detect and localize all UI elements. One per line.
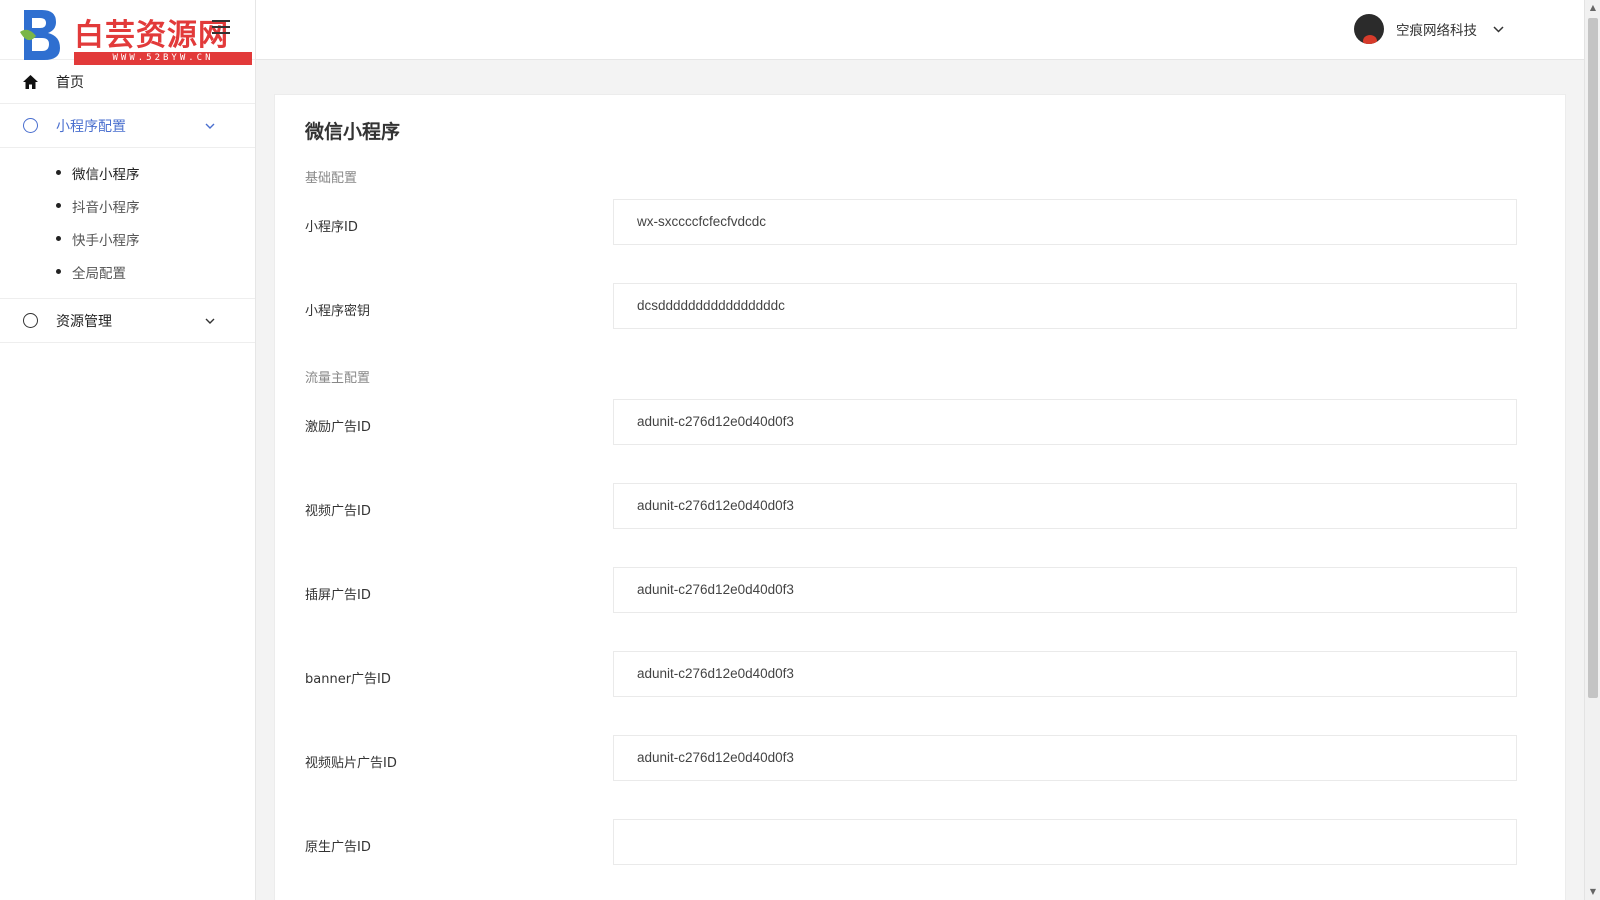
bullet-icon [56,269,61,274]
circle-icon [22,118,38,134]
user-menu[interactable]: 空痕网络科技 [1354,14,1504,44]
circle-icon [22,313,38,329]
scrollbar-thumb[interactable] [1588,18,1598,698]
sidebar-submenu-miniprogram: 微信小程序 抖音小程序 快手小程序 全局配置 [0,148,255,299]
avatar [1354,14,1384,44]
banner-ad-input[interactable]: adunit-c276d12e0d40d0f3 [613,651,1517,697]
scroll-up-icon[interactable]: ▲ [1585,0,1600,16]
page-title: 微信小程序 [305,121,401,143]
sidebar-item-home[interactable]: 首页 [0,60,255,104]
native-ad-input[interactable] [613,819,1517,865]
config-card: 微信小程序 基础配置 小程序ID wx-sxccccfcfecfvdcdc 小程… [274,94,1566,900]
sidebar-subitem-label: 全局配置 [72,265,126,282]
video-ad-input[interactable]: adunit-c276d12e0d40d0f3 [613,483,1517,529]
sidebar-subitem-label: 快手小程序 [72,232,140,249]
reward-ad-label: 激励广告ID [305,420,371,435]
appid-label: 小程序ID [305,220,358,235]
chevron-down-icon [205,313,215,327]
sidebar-subitem-global[interactable]: 全局配置 [0,255,255,288]
banner-ad-label: banner广告ID [305,672,391,687]
home-icon [22,74,38,90]
sidebar-item-miniprogram-config[interactable]: 小程序配置 [0,104,255,148]
chevron-down-icon [205,118,215,132]
secret-input[interactable]: dcsddddddddddddddddc [613,283,1517,329]
sidebar-item-resource-management[interactable]: 资源管理 [0,299,255,343]
menu-toggle-icon[interactable] [212,20,230,34]
logo-text: 白芸资源网 [74,18,229,53]
top-header: 空痕网络科技 [256,0,1584,60]
section-traffic-label: 流量主配置 [305,371,371,386]
video-ad-label: 视频广告ID [305,504,371,519]
bullet-icon [56,170,61,175]
secret-label: 小程序密钥 [305,304,371,319]
sidebar-subitem-label: 抖音小程序 [72,199,140,216]
interstitial-ad-label: 插屏广告ID [305,588,371,603]
app-root: 白芸资源网 WWW.52BYW.CN 首页 小程序配置 微信小程序 抖音小程序 … [0,0,1600,900]
logo-area: 白芸资源网 WWW.52BYW.CN [0,0,255,65]
sidebar-item-label: 首页 [56,74,84,91]
user-name: 空痕网络科技 [1396,23,1477,39]
sidebar-subitem-douyin[interactable]: 抖音小程序 [0,189,255,222]
bullet-icon [56,236,61,241]
reward-ad-input[interactable]: adunit-c276d12e0d40d0f3 [613,399,1517,445]
interstitial-ad-input[interactable]: adunit-c276d12e0d40d0f3 [613,567,1517,613]
section-basic-label: 基础配置 [305,171,358,186]
bullet-icon [56,203,61,208]
sidebar-subitem-kuaishou[interactable]: 快手小程序 [0,222,255,255]
logo-icon [20,10,60,60]
video-patch-ad-input[interactable]: adunit-c276d12e0d40d0f3 [613,735,1517,781]
appid-input[interactable]: wx-sxccccfcfecfvdcdc [613,199,1517,245]
sidebar: 白芸资源网 WWW.52BYW.CN 首页 小程序配置 微信小程序 抖音小程序 … [0,0,256,900]
page-scrollbar[interactable]: ▲ ▼ [1584,0,1600,900]
video-patch-ad-label: 视频贴片广告ID [305,756,397,771]
sidebar-item-label: 资源管理 [56,313,112,330]
chevron-down-icon [1493,22,1504,36]
sidebar-subitem-label: 微信小程序 [72,166,140,183]
scroll-down-icon[interactable]: ▼ [1585,884,1600,900]
native-ad-label: 原生广告ID [305,840,371,855]
sidebar-subitem-wechat[interactable]: 微信小程序 [0,156,255,189]
sidebar-item-label: 小程序配置 [56,118,126,135]
